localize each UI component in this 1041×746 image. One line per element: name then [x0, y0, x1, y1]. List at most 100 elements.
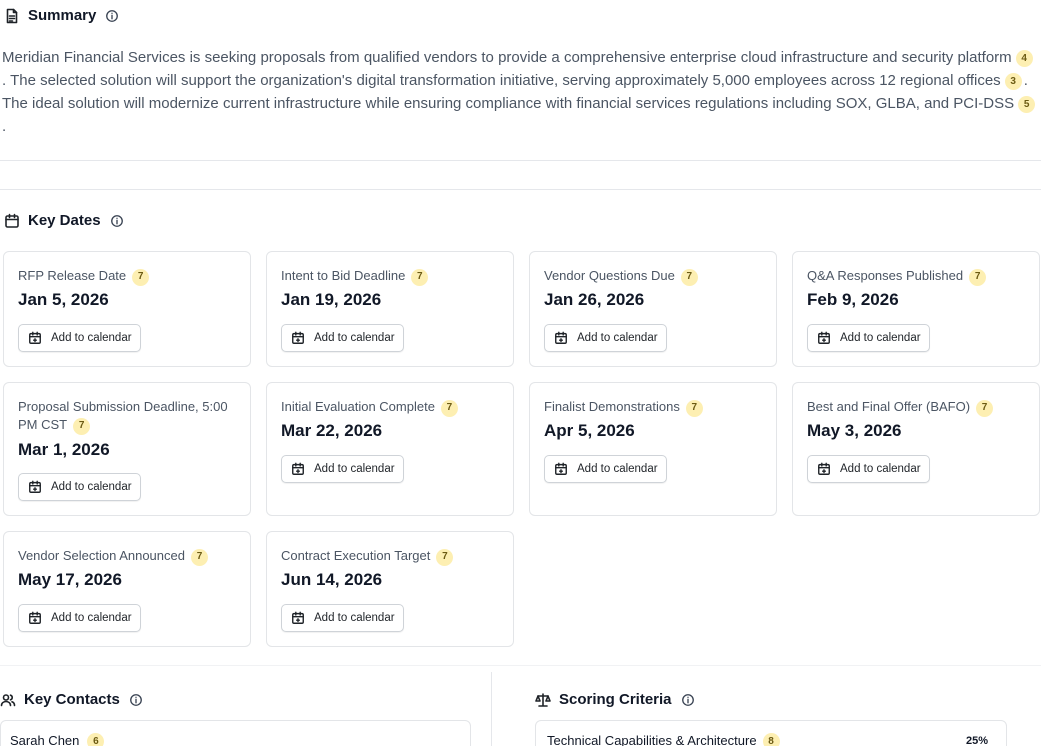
info-icon[interactable]: [104, 8, 120, 24]
calendar-add-icon: [27, 330, 43, 346]
info-icon[interactable]: [680, 692, 696, 708]
citation-badge[interactable]: 7: [73, 417, 91, 435]
add-to-calendar-label: Add to calendar: [840, 332, 921, 344]
date-label: Intent to Bid Deadline 7: [281, 267, 503, 286]
add-to-calendar-label: Add to calendar: [314, 612, 395, 624]
date-card: Intent to Bid Deadline 7 Jan 19, 2026 Add t…: [266, 251, 514, 367]
citation-badge[interactable]: 7: [680, 268, 698, 286]
column-divider: [491, 672, 492, 746]
document-icon: [4, 8, 20, 24]
add-to-calendar-label: Add to calendar: [51, 332, 132, 344]
citation-badge[interactable]: 7: [411, 268, 429, 286]
citation-badge[interactable]: 7: [190, 548, 208, 566]
citation-badge[interactable]: 5: [1018, 96, 1036, 113]
citation-badge[interactable]: 7: [440, 399, 458, 417]
calendar-add-icon: [27, 479, 43, 495]
add-to-calendar-button[interactable]: Add to calendar: [544, 324, 667, 352]
citation-badge[interactable]: 8: [762, 733, 780, 746]
date-card: Finalist Demonstrations 7 Apr 5, 2026 Add t…: [529, 382, 777, 516]
info-icon[interactable]: [109, 213, 125, 229]
calendar-add-icon: [553, 461, 569, 477]
add-to-calendar-label: Add to calendar: [314, 332, 395, 344]
add-to-calendar-button[interactable]: Add to calendar: [807, 324, 930, 352]
add-to-calendar-button[interactable]: Add to calendar: [18, 604, 141, 632]
calendar-add-icon: [290, 330, 306, 346]
date-label: Q&A Responses Published 7: [807, 267, 1029, 286]
add-to-calendar-label: Add to calendar: [840, 463, 921, 475]
date-value: Feb 9, 2026: [807, 290, 899, 309]
date-label: RFP Release Date 7: [18, 267, 240, 286]
citation-badge[interactable]: 7: [976, 399, 994, 417]
scoring-criteria-header: Scoring Criteria: [535, 691, 696, 708]
add-to-calendar-label: Add to calendar: [314, 463, 395, 475]
date-card: Contract Execution Target 7 Jun 14, 2026 Ad…: [266, 531, 514, 647]
date-value: Jun 14, 2026: [281, 570, 383, 589]
add-to-calendar-button[interactable]: Add to calendar: [281, 455, 404, 483]
date-value: Apr 5, 2026: [544, 421, 635, 440]
citation-badge[interactable]: 6: [87, 733, 105, 746]
key-dates-header: Key Dates: [4, 212, 125, 229]
date-value: May 3, 2026: [807, 421, 902, 440]
scoring-criteria-title: Scoring Criteria: [559, 691, 672, 708]
citation-badge[interactable]: 3: [1004, 73, 1022, 90]
criteria-weight: 25%: [966, 735, 989, 746]
date-card: Initial Evaluation Complete 7 Mar 22, 2026…: [266, 382, 514, 516]
add-to-calendar-button[interactable]: Add to calendar: [281, 324, 404, 352]
date-label: Finalist Demonstrations 7: [544, 398, 766, 417]
calendar-add-icon: [816, 330, 832, 346]
divider: [0, 665, 1041, 666]
contact-name: Sarah Chen 6: [10, 733, 106, 746]
date-value: Jan 19, 2026: [281, 290, 382, 309]
add-to-calendar-button[interactable]: Add to calendar: [544, 455, 667, 483]
date-card: Vendor Questions Due 7 Jan 26, 2026 Add to …: [529, 251, 777, 367]
date-value: Mar 1, 2026: [18, 440, 110, 459]
users-icon: [0, 692, 16, 708]
date-card: Vendor Selection Announced 7 May 17, 2026 A…: [3, 531, 251, 647]
key-contacts-header: Key Contacts: [0, 691, 144, 708]
summary-segment: Meridian Financial Services is seeking p…: [2, 49, 1012, 66]
date-value: Jan 26, 2026: [544, 290, 645, 309]
citation-badge[interactable]: 4: [1015, 50, 1033, 67]
date-value: May 17, 2026: [18, 570, 122, 589]
calendar-add-icon: [290, 610, 306, 626]
add-to-calendar-button[interactable]: Add to calendar: [281, 604, 404, 632]
add-to-calendar-button[interactable]: Add to calendar: [18, 473, 141, 501]
citation-badge[interactable]: 7: [132, 268, 150, 286]
calendar-add-icon: [290, 461, 306, 477]
date-label: Initial Evaluation Complete 7: [281, 398, 503, 417]
add-to-calendar-button[interactable]: Add to calendar: [18, 324, 141, 352]
key-dates-title: Key Dates: [28, 212, 101, 229]
divider: [0, 189, 1041, 190]
date-value: Mar 22, 2026: [281, 421, 383, 440]
date-label: Proposal Submission Deadline, 5:00 PM CS…: [18, 398, 240, 435]
citation-badge[interactable]: 7: [685, 399, 703, 417]
divider: [0, 160, 1041, 161]
add-to-calendar-button[interactable]: Add to calendar: [807, 455, 930, 483]
contact-card[interactable]: Sarah Chen 6: [0, 720, 471, 746]
date-label: Vendor Selection Announced 7: [18, 547, 240, 566]
add-to-calendar-label: Add to calendar: [577, 332, 658, 344]
criteria-label: Technical Capabilities & Architecture 8: [547, 733, 782, 746]
add-to-calendar-label: Add to calendar: [51, 481, 132, 493]
summary-segment: .: [2, 118, 7, 135]
summary-text: Meridian Financial Services is seeking p…: [2, 46, 1038, 138]
date-value: Jan 5, 2026: [18, 290, 109, 309]
calendar-add-icon: [27, 610, 43, 626]
scale-icon: [535, 692, 551, 708]
citation-badge[interactable]: 7: [969, 268, 987, 286]
criteria-row[interactable]: Technical Capabilities & Architecture 8 2…: [535, 720, 1007, 746]
date-label: Vendor Questions Due 7: [544, 267, 766, 286]
date-label: Best and Final Offer (BAFO) 7: [807, 398, 1029, 417]
calendar-add-icon: [553, 330, 569, 346]
info-icon[interactable]: [128, 692, 144, 708]
summary-title: Summary: [28, 7, 97, 24]
add-to-calendar-label: Add to calendar: [577, 463, 658, 475]
add-to-calendar-label: Add to calendar: [51, 612, 132, 624]
calendar-icon: [4, 213, 20, 229]
citation-badge[interactable]: 7: [436, 548, 454, 566]
key-contacts-title: Key Contacts: [24, 691, 120, 708]
date-label: Contract Execution Target 7: [281, 547, 503, 566]
date-card: RFP Release Date 7 Jan 5, 2026 Add to calen…: [3, 251, 251, 367]
date-card: Q&A Responses Published 7 Feb 9, 2026 Add t…: [792, 251, 1040, 367]
calendar-add-icon: [816, 461, 832, 477]
